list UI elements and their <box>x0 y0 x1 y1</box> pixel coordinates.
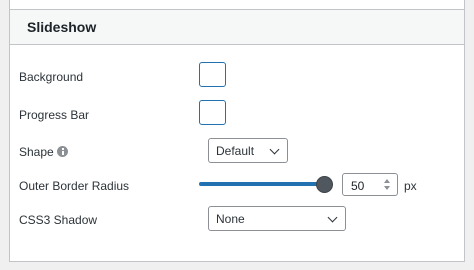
css3-shadow-label: CSS3 Shadow <box>19 213 98 227</box>
shape-label: Shape <box>19 145 54 159</box>
background-label: Background <box>19 70 84 84</box>
progress-bar-label: Progress Bar <box>19 108 90 122</box>
border-radius-value: 50 <box>351 179 365 193</box>
background-color-picker[interactable] <box>199 62 226 87</box>
outer-border-radius-label: Outer Border Radius <box>19 179 130 193</box>
panel-header: Slideshow <box>10 9 464 45</box>
panel-title: Slideshow <box>27 19 97 35</box>
chevron-down-icon <box>327 212 338 223</box>
shape-select-value: Default <box>216 144 255 158</box>
border-radius-slider-thumb[interactable] <box>316 176 333 193</box>
css3-shadow-select-value: None <box>216 212 245 226</box>
border-radius-slider-track[interactable] <box>199 182 329 186</box>
chevron-down-icon <box>269 144 280 155</box>
progress-bar-color-picker[interactable] <box>199 100 226 125</box>
shape-select[interactable]: Default <box>208 138 288 163</box>
stepper-icon[interactable] <box>383 179 392 191</box>
info-icon[interactable] <box>57 146 68 157</box>
border-radius-input[interactable]: 50 <box>342 173 398 196</box>
css3-shadow-select[interactable]: None <box>208 206 346 231</box>
border-radius-unit: px <box>404 179 417 193</box>
